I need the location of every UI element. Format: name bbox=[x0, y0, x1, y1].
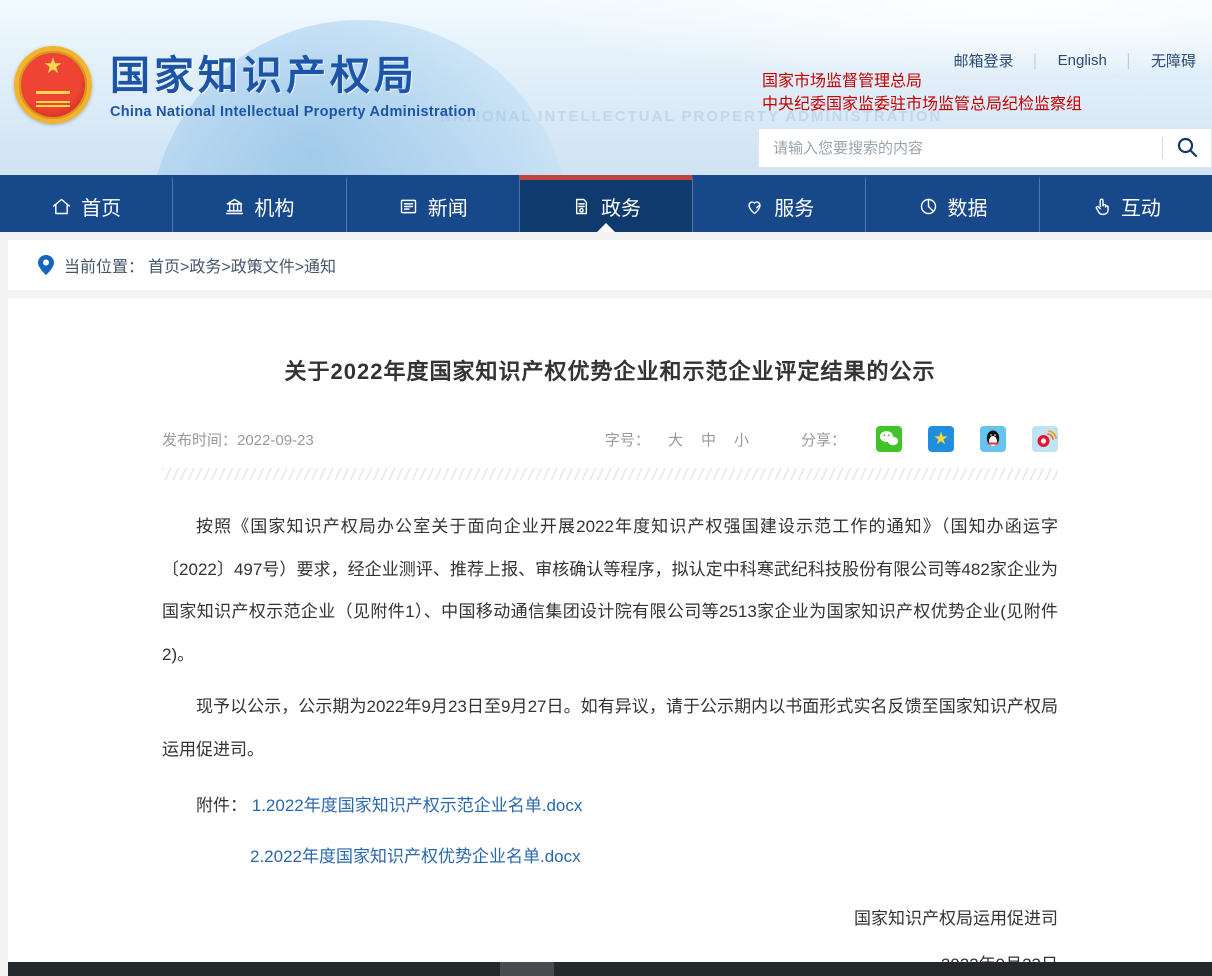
wechat-share-icon[interactable] bbox=[876, 426, 902, 452]
main-nav: 首页 机构 新闻 政务 服务 bbox=[0, 175, 1212, 232]
weibo-share-icon[interactable] bbox=[1032, 426, 1058, 452]
english-link[interactable]: English bbox=[1058, 52, 1107, 69]
attachment-link-1[interactable]: 1.2022年度国家知识产权示范企业名单.docx bbox=[252, 796, 583, 815]
site-title: 国家知识产权局 bbox=[110, 54, 476, 98]
article-title: 关于2022年度国家知识产权优势企业和示范企业评定结果的公示 bbox=[162, 354, 1058, 386]
related-agency-links: 国家市场监督管理总局 中央纪委国家监委驻市场监管总局纪检监察组 bbox=[762, 70, 1082, 116]
site-header: NATIONAL INTELLECTUAL PROPERTY ADMINISTR… bbox=[0, 0, 1212, 175]
news-icon bbox=[398, 196, 419, 217]
article-paragraph: 现予以公示，公示期为2022年9月23日至9月27日。如有异议，请于公示期内以书… bbox=[162, 686, 1058, 771]
discipline-inspection-link[interactable]: 中央纪委国家监委驻市场监管总局纪检监察组 bbox=[762, 93, 1082, 116]
signing-department: 国家知识产权局运用促进司 bbox=[162, 896, 1058, 942]
search-button[interactable] bbox=[1163, 129, 1211, 167]
attachment-row: 附件： 1.2022年度国家知识产权示范企业名单.docx bbox=[162, 785, 1058, 828]
mail-login-link[interactable]: 邮箱登录 bbox=[954, 50, 1014, 71]
nav-item-data[interactable]: 数据 bbox=[865, 175, 1038, 232]
national-emblem-logo: ★ bbox=[14, 46, 92, 124]
document-seal-icon bbox=[571, 196, 592, 217]
share-label: 分享： bbox=[801, 429, 846, 450]
nav-item-services[interactable]: 服务 bbox=[692, 175, 865, 232]
article-panel: 关于2022年度国家知识产权优势企业和示范企业评定结果的公示 发布时间：2022… bbox=[8, 298, 1212, 962]
nav-item-home[interactable]: 首页 bbox=[0, 175, 172, 232]
site-title-english: China National Intellectual Property Adm… bbox=[110, 104, 476, 120]
pie-chart-icon bbox=[918, 196, 939, 217]
link-separator: │ bbox=[1032, 53, 1040, 68]
search-input[interactable] bbox=[759, 140, 1162, 157]
nav-item-news[interactable]: 新闻 bbox=[346, 175, 519, 232]
utility-links: 邮箱登录 │ English │ 无障碍 bbox=[954, 50, 1196, 71]
article-paragraph: 按照《国家知识产权局办公室关于面向企业开展2022年度知识产权强国建设示范工作的… bbox=[162, 506, 1058, 676]
nav-item-institution[interactable]: 机构 bbox=[172, 175, 345, 232]
article-meta: 发布时间：2022-09-23 字号： 大 中 小 分享： ★ bbox=[162, 426, 1058, 452]
institution-icon bbox=[224, 196, 245, 217]
link-separator: │ bbox=[1125, 53, 1133, 68]
font-size-label: 字号： bbox=[605, 429, 650, 450]
breadcrumb-path[interactable]: 首页>政务>政策文件>通知 bbox=[148, 253, 336, 277]
breadcrumb-label: 当前位置： bbox=[64, 253, 144, 277]
attachment-row: 2.2022年度国家知识产权优势企业名单.docx bbox=[162, 836, 1058, 879]
breadcrumb: 当前位置： 首页>政务>政策文件>通知 bbox=[8, 240, 1212, 290]
footer-top-bar bbox=[8, 962, 1212, 976]
share-controls: 分享： ★ bbox=[801, 426, 1058, 452]
font-size-small[interactable]: 小 bbox=[734, 429, 749, 450]
nav-item-government-affairs[interactable]: 政务 bbox=[519, 175, 692, 232]
search-box bbox=[758, 128, 1212, 168]
font-size-controls: 字号： 大 中 小 bbox=[605, 429, 749, 450]
location-pin-icon bbox=[38, 255, 54, 275]
footer-bar-segment bbox=[500, 962, 554, 976]
font-size-large[interactable]: 大 bbox=[668, 429, 683, 450]
hand-pointer-icon bbox=[1091, 196, 1112, 217]
qq-share-icon[interactable] bbox=[980, 426, 1006, 452]
samr-link[interactable]: 国家市场监督管理总局 bbox=[762, 70, 1082, 93]
nav-item-interaction[interactable]: 互动 bbox=[1039, 175, 1212, 232]
publish-date: 发布时间：2022-09-23 bbox=[162, 429, 314, 450]
accessibility-link[interactable]: 无障碍 bbox=[1151, 50, 1196, 71]
search-icon bbox=[1175, 135, 1199, 162]
attachments-label: 附件： bbox=[196, 796, 247, 815]
font-size-medium[interactable]: 中 bbox=[701, 429, 716, 450]
home-icon bbox=[51, 196, 72, 217]
hatched-divider bbox=[162, 468, 1058, 480]
service-heart-icon bbox=[744, 196, 765, 217]
qzone-share-icon[interactable]: ★ bbox=[928, 426, 954, 452]
attachment-link-2[interactable]: 2.2022年度国家知识产权优势企业名单.docx bbox=[250, 847, 581, 866]
page: NATIONAL INTELLECTUAL PROPERTY ADMINISTR… bbox=[0, 0, 1212, 976]
site-brand: ★ 国家知识产权局 China National Intellectual Pr… bbox=[14, 46, 476, 124]
